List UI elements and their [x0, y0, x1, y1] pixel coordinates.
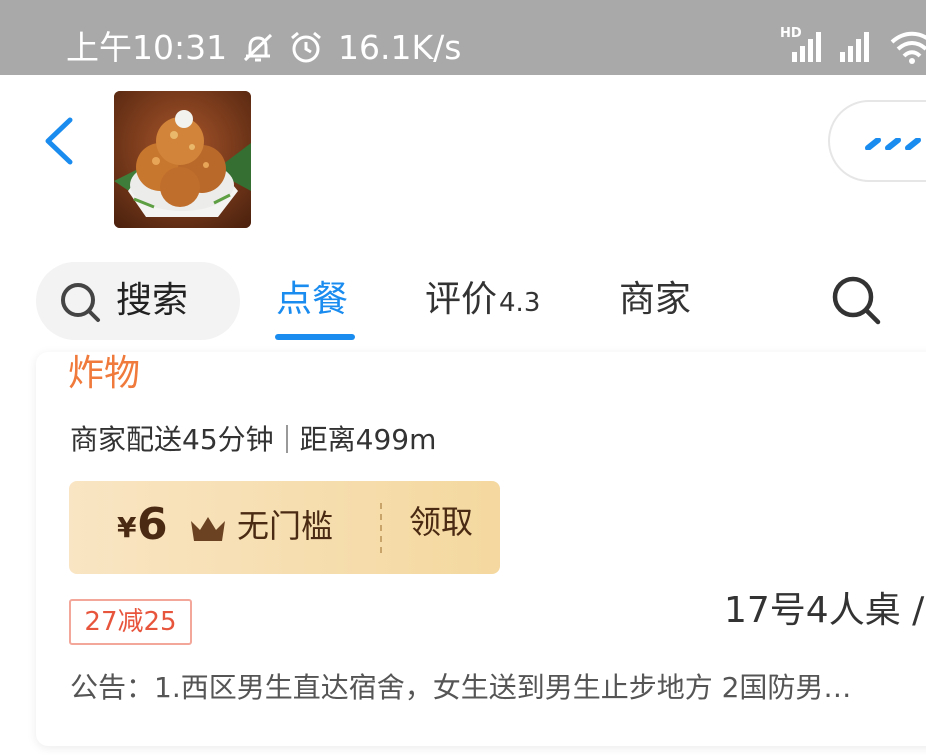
tab-reviews[interactable]: 评价4.3 [425, 278, 540, 325]
tab-reviews-label: 评价 [425, 279, 498, 320]
wifi-icon [890, 31, 926, 64]
coupon-currency: ¥ [117, 511, 137, 544]
distance: 距离499m [299, 423, 437, 456]
claim-coupon-button[interactable]: 领取 [409, 501, 473, 543]
page: 上午10:31 16.1K/s HD 搜索 点餐 评价4.3 商家 炸物 商家配… [0, 0, 926, 755]
crown-icon [191, 517, 225, 541]
mute-bell-icon [243, 33, 273, 62]
network-speed: 16.1K/s [338, 28, 462, 67]
ellipsis-icon [865, 138, 921, 150]
coupon-amount: 6 [137, 499, 168, 550]
discount-tag: 27减25 [69, 599, 192, 645]
review-score: 4.3 [499, 288, 541, 318]
signal-icon [840, 32, 869, 62]
store-logo [114, 91, 251, 228]
tab-order[interactable]: 点餐 [276, 278, 348, 322]
search-pill[interactable]: 搜索 [36, 262, 240, 340]
delivery-time: 商家配送45分钟 [70, 423, 274, 456]
delivery-info: 商家配送45分钟 距离499m [70, 420, 436, 460]
search-icon [61, 283, 100, 322]
status-bar: 上午10:31 16.1K/s HD [0, 0, 926, 75]
more-button[interactable] [828, 100, 926, 182]
status-time: 上午10:31 [66, 28, 228, 67]
hd-signal-icon [792, 32, 821, 62]
search-icon[interactable] [830, 274, 882, 326]
coupon-divider [380, 503, 382, 553]
back-button[interactable] [30, 108, 90, 174]
tab-merchant[interactable]: 商家 [619, 278, 691, 322]
category-title: 炸物 [68, 352, 149, 396]
divider [285, 425, 288, 453]
coupon-condition: 无门槛 [237, 507, 334, 545]
announcement[interactable]: 公告：1.西区男生直达宿舍，女生送到男生止步地方 2国防男… [70, 668, 926, 708]
table-number: 17号4人桌 / [724, 590, 925, 631]
coupon-card[interactable]: ¥ 6 无门槛 领取 [69, 481, 500, 574]
active-tab-indicator [275, 334, 355, 340]
alarm-clock-icon [291, 31, 321, 63]
search-pill-label: 搜索 [116, 280, 189, 321]
fried-food-dish-photo [114, 91, 251, 228]
